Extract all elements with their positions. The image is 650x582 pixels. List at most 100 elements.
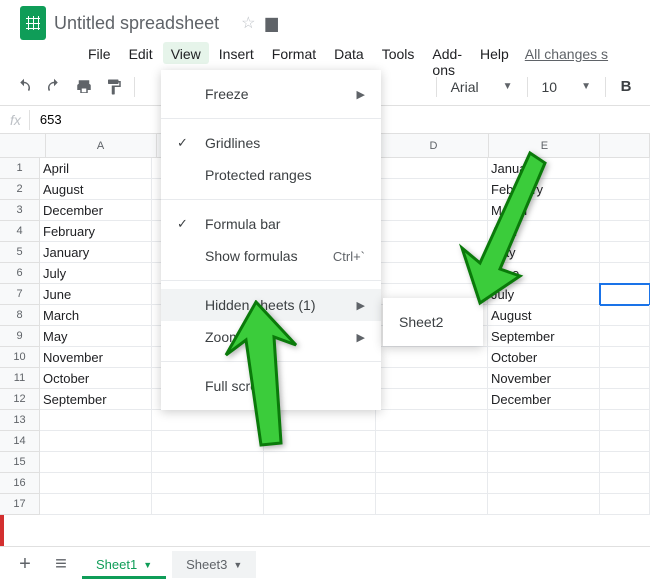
all-sheets-button[interactable]: ≡ [46, 551, 76, 579]
cell[interactable] [40, 431, 152, 452]
menu-data[interactable]: Data [326, 42, 372, 64]
document-title[interactable]: Untitled spreadsheet [54, 13, 219, 34]
menu-help[interactable]: Help [472, 42, 517, 64]
cell[interactable] [488, 410, 600, 431]
menu-edit[interactable]: Edit [121, 42, 161, 64]
menu-protected-ranges[interactable]: Protected ranges [161, 159, 381, 191]
cell[interactable] [600, 242, 650, 263]
font-size-select[interactable]: 10▼ [534, 79, 599, 95]
sheets-logo-icon[interactable] [20, 6, 46, 40]
row-header[interactable]: 2 [0, 179, 40, 200]
paint-format-button[interactable] [100, 73, 128, 101]
menu-view[interactable]: View [163, 42, 209, 64]
row-header[interactable]: 10 [0, 347, 40, 368]
menu-addons[interactable]: Add-ons [424, 42, 470, 64]
row-header[interactable]: 13 [0, 410, 40, 431]
cell[interactable]: October [40, 368, 152, 389]
row-header[interactable]: 1 [0, 158, 40, 179]
row-header[interactable]: 7 [0, 284, 40, 305]
row-header[interactable]: 14 [0, 431, 40, 452]
row-header[interactable]: 16 [0, 473, 40, 494]
menu-insert[interactable]: Insert [211, 42, 262, 64]
cell[interactable] [600, 305, 650, 326]
cell[interactable]: January [40, 242, 152, 263]
sheet-tab-sheet1[interactable]: Sheet1▼ [82, 551, 166, 578]
cell[interactable] [264, 452, 376, 473]
column-header[interactable]: A [46, 134, 157, 157]
print-button[interactable] [70, 73, 98, 101]
column-header[interactable] [600, 134, 650, 157]
cell[interactable] [376, 431, 488, 452]
formula-input[interactable]: 653 [40, 112, 62, 127]
select-all-corner[interactable] [0, 134, 46, 157]
cell[interactable] [600, 347, 650, 368]
cell[interactable]: March [40, 305, 152, 326]
cell[interactable] [376, 473, 488, 494]
cell[interactable] [600, 494, 650, 515]
cell[interactable] [376, 368, 488, 389]
cell[interactable]: December [488, 389, 600, 410]
cell[interactable] [600, 431, 650, 452]
cell[interactable]: October [488, 347, 600, 368]
cell[interactable]: April [40, 158, 152, 179]
cell[interactable] [600, 473, 650, 494]
cell[interactable]: February [40, 221, 152, 242]
cell[interactable] [40, 494, 152, 515]
cell[interactable]: August [40, 179, 152, 200]
cell[interactable] [264, 473, 376, 494]
cell[interactable] [488, 473, 600, 494]
cell[interactable]: November [40, 347, 152, 368]
cell[interactable]: July [40, 263, 152, 284]
row-header[interactable]: 3 [0, 200, 40, 221]
cell[interactable]: November [488, 368, 600, 389]
cell[interactable] [600, 326, 650, 347]
cell[interactable] [376, 452, 488, 473]
cell[interactable]: December [40, 200, 152, 221]
cell[interactable] [376, 494, 488, 515]
cell[interactable] [376, 389, 488, 410]
cell[interactable]: September [488, 326, 600, 347]
cell[interactable] [600, 284, 650, 305]
menu-gridlines[interactable]: ✓Gridlines [161, 127, 381, 159]
cell[interactable] [152, 494, 264, 515]
row-header[interactable]: 5 [0, 242, 40, 263]
row-header[interactable]: 9 [0, 326, 40, 347]
undo-button[interactable] [10, 73, 38, 101]
cell[interactable]: September [40, 389, 152, 410]
sheet-tab-sheet3[interactable]: Sheet3▼ [172, 551, 256, 578]
menu-file[interactable]: File [80, 42, 119, 64]
cell[interactable] [600, 221, 650, 242]
cell[interactable] [600, 368, 650, 389]
cell[interactable] [600, 179, 650, 200]
cell[interactable] [152, 452, 264, 473]
cell[interactable] [152, 473, 264, 494]
cell[interactable] [600, 389, 650, 410]
row-header[interactable]: 12 [0, 389, 40, 410]
menu-freeze[interactable]: Freeze▶ [161, 78, 381, 110]
menu-show-formulas[interactable]: Show formulasCtrl+` [161, 240, 381, 272]
cell[interactable] [600, 452, 650, 473]
folder-icon[interactable]: ▆ [265, 13, 277, 33]
cell[interactable] [488, 494, 600, 515]
row-header[interactable]: 15 [0, 452, 40, 473]
cell[interactable] [488, 452, 600, 473]
menu-formula-bar[interactable]: ✓Formula bar [161, 208, 381, 240]
cell[interactable] [600, 410, 650, 431]
cell[interactable] [376, 410, 488, 431]
cell[interactable] [40, 473, 152, 494]
cell[interactable] [264, 494, 376, 515]
menu-format[interactable]: Format [264, 42, 324, 64]
cell[interactable] [40, 410, 152, 431]
cell[interactable] [600, 263, 650, 284]
cell[interactable] [600, 200, 650, 221]
cell[interactable]: May [40, 326, 152, 347]
row-header[interactable]: 11 [0, 368, 40, 389]
cell[interactable]: June [40, 284, 152, 305]
cell[interactable] [488, 431, 600, 452]
cell[interactable] [600, 158, 650, 179]
font-family-select[interactable]: Arial▼ [443, 79, 521, 95]
row-header[interactable]: 4 [0, 221, 40, 242]
add-sheet-button[interactable]: + [10, 551, 40, 579]
cell[interactable] [376, 347, 488, 368]
bold-button[interactable]: B [612, 73, 640, 101]
